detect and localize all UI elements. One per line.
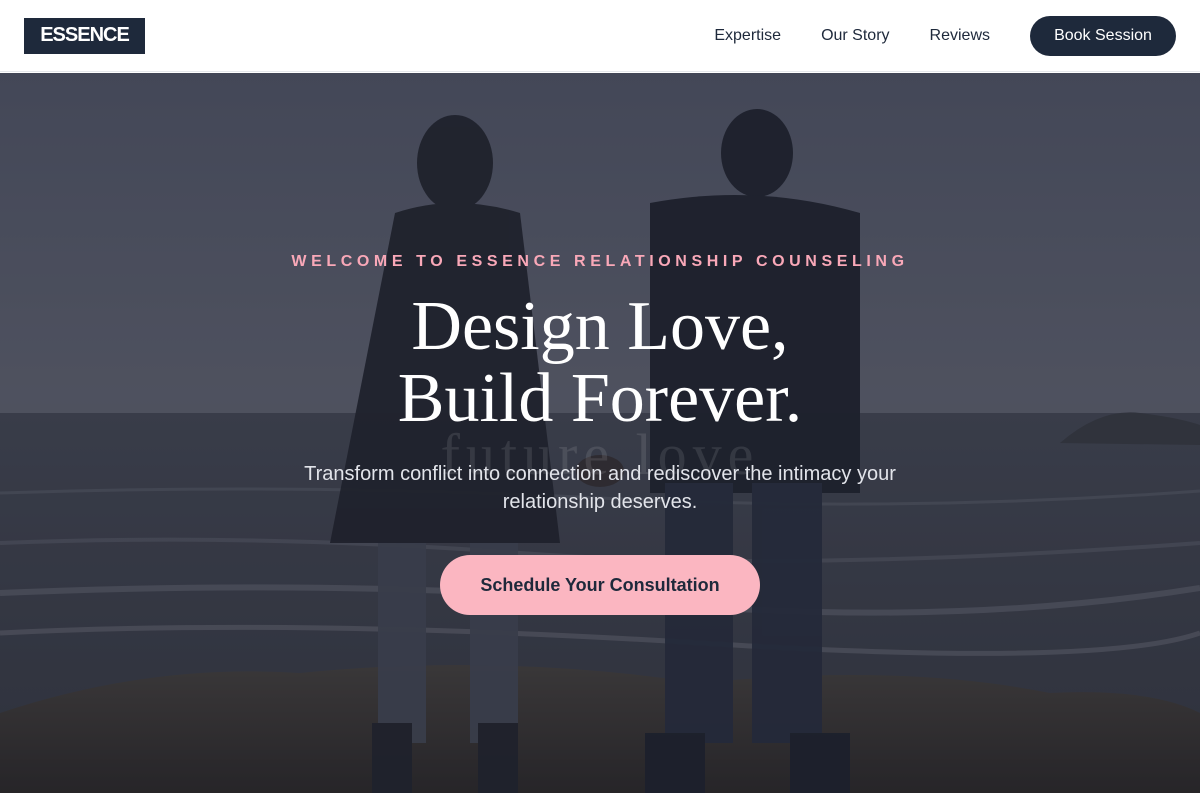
schedule-consultation-button[interactable]: Schedule Your Consultation	[440, 555, 760, 615]
site-header: ESSENCE Expertise Our Story Reviews Book…	[0, 0, 1200, 72]
page-bottom-edge	[0, 793, 1200, 800]
hero-section: WELCOME TO ESSENCE RELATIONSHIP COUNSELI…	[0, 73, 1200, 793]
nav-link-our-story[interactable]: Our Story	[821, 27, 889, 45]
hero-content: WELCOME TO ESSENCE RELATIONSHIP COUNSELI…	[0, 73, 1200, 793]
nav-link-reviews[interactable]: Reviews	[930, 27, 990, 45]
headline-line-1: Design Love,	[411, 288, 789, 365]
brand-logo[interactable]: ESSENCE	[24, 17, 145, 54]
nav-link-expertise[interactable]: Expertise	[714, 27, 781, 45]
hero-eyebrow: WELCOME TO ESSENCE RELATIONSHIP COUNSELI…	[291, 253, 909, 270]
hero-subtitle: Transform conflict into connection and r…	[304, 463, 896, 513]
hero-headline: Design Love, Build Forever.	[0, 291, 1200, 435]
main-nav: Expertise Our Story Reviews Book Session	[714, 15, 1176, 56]
book-session-button[interactable]: Book Session	[1030, 15, 1176, 56]
